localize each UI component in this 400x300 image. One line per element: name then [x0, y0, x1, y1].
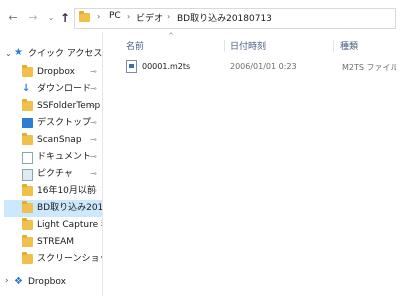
sidebar-item-stream[interactable]: STREAM — [4, 234, 102, 251]
file-name: 00001.m2ts — [142, 62, 191, 71]
sidebar-item-label: ドキュメント — [37, 152, 92, 162]
up-folder-button[interactable]: ↑ — [58, 11, 72, 25]
pin-icon: ⊸ — [90, 84, 97, 93]
sidebar-item-ssfoldertemp[interactable]: SSFolderTemp ⊸ — [4, 98, 102, 115]
folder-icon — [22, 252, 33, 264]
folder-icon — [22, 218, 33, 230]
sidebar-item-label: ダウンロード — [37, 84, 92, 94]
expand-chevron-icon[interactable]: › — [5, 276, 9, 286]
pin-icon: ⊸ — [90, 169, 97, 178]
sidebar-item-desktop[interactable]: デスクトップ ⊸ — [4, 115, 102, 132]
dropbox-folder-icon — [22, 65, 33, 77]
documents-icon — [22, 152, 33, 164]
sidebar-item-label: ピクチャ — [37, 169, 73, 179]
breadcrumb-separator-icon[interactable]: › — [127, 12, 130, 21]
file-list-pane: 名前 ^ 日付時刻 種類 00001.m2ts 2006/01/01 0:23 … — [108, 32, 396, 296]
sidebar-item-label: STREAM — [37, 237, 75, 247]
expand-chevron-icon[interactable]: ⌄ — [5, 49, 12, 58]
column-divider[interactable] — [333, 40, 334, 52]
sidebar-item-pictures[interactable]: ピクチャ ⊸ — [4, 166, 102, 183]
pictures-icon — [22, 169, 33, 181]
breadcrumb-separator-icon[interactable]: › — [167, 12, 170, 21]
file-explorer-window: ← → ⌄ ↑ › PC › ビデオ › BD取り込み20180713 ⌄ ★ … — [4, 4, 396, 296]
forward-button[interactable]: → — [26, 11, 40, 25]
back-button[interactable]: ← — [6, 11, 20, 25]
sidebar-item-label: スクリーンショット — [37, 254, 102, 264]
pin-icon: ⊸ — [90, 152, 97, 161]
sidebar-item-screenshots[interactable]: スクリーンショット — [4, 251, 102, 268]
sidebar-item-light-capture[interactable]: Light Capture 移 — [4, 217, 102, 234]
address-toolbar: ← → ⌄ ↑ › PC › ビデオ › BD取り込み20180713 — [4, 4, 396, 32]
sidebar-item-label: クイック アクセス — [28, 49, 103, 59]
column-header-type[interactable]: 種類 — [340, 39, 358, 52]
sidebar-item-label: Dropbox — [37, 67, 75, 77]
breadcrumb-pc[interactable]: PC — [109, 11, 121, 21]
sidebar-item-dropbox[interactable]: Dropbox ⊸ — [4, 64, 102, 81]
pin-icon: ⊸ — [90, 101, 97, 110]
sort-ascending-icon: ^ — [168, 32, 174, 40]
folder-icon — [22, 99, 33, 111]
navigation-pane: ⌄ ★ クイック アクセス Dropbox ⊸ ↓ ダウンロード ⊸ SSFol… — [4, 32, 103, 296]
address-bar[interactable]: › PC › ビデオ › BD取り込み20180713 — [74, 8, 396, 29]
file-type: M2TS ファイル — [342, 63, 396, 72]
sidebar-item-label: BD取り込み20180 — [37, 203, 103, 213]
sidebar-dropbox-root[interactable]: › ❖ Dropbox — [4, 274, 102, 291]
breadcrumb-videos[interactable]: ビデオ — [136, 11, 163, 24]
folder-icon — [22, 201, 33, 213]
star-icon: ★ — [14, 47, 23, 58]
pin-icon: ⊸ — [90, 135, 97, 144]
sidebar-item-label: Light Capture 移 — [37, 220, 103, 230]
folder-icon — [22, 133, 33, 145]
dropbox-icon: ❖ — [14, 276, 23, 287]
pin-icon: ⊸ — [90, 118, 97, 127]
breadcrumb-current-folder[interactable]: BD取り込み20180713 — [177, 11, 272, 24]
sidebar-item-documents[interactable]: ドキュメント ⊸ — [4, 149, 102, 166]
sidebar-item-before-2016-10[interactable]: 16年10月以前 ⊸ — [4, 183, 102, 200]
folder-icon — [79, 11, 90, 22]
column-divider[interactable] — [224, 40, 225, 52]
sidebar-item-label: デスクトップ — [37, 118, 92, 128]
column-header-date[interactable]: 日付時刻 — [230, 39, 266, 52]
sidebar-quick-access[interactable]: ⌄ ★ クイック アクセス — [4, 46, 102, 63]
sidebar-item-scansnap[interactable]: ScanSnap ⊸ — [4, 132, 102, 149]
folder-icon — [22, 235, 33, 247]
column-header-name[interactable]: 名前 — [126, 39, 144, 52]
pin-icon: ⊸ — [90, 67, 97, 76]
breadcrumb-separator-icon[interactable]: › — [97, 12, 100, 21]
sidebar-item-label: Dropbox — [28, 277, 66, 287]
video-file-icon — [126, 60, 137, 73]
sidebar-item-label: 16年10月以前 — [37, 186, 96, 196]
desktop-icon — [22, 118, 33, 128]
sidebar-item-label: ScanSnap — [37, 135, 82, 145]
sidebar-item-bd-import[interactable]: BD取り込み20180 — [4, 200, 102, 217]
recent-locations-chevron-down-icon[interactable]: ⌄ — [44, 11, 58, 25]
sidebar-item-downloads[interactable]: ↓ ダウンロード ⊸ — [4, 81, 102, 98]
file-date: 2006/01/01 0:23 — [230, 62, 297, 71]
pin-icon: ⊸ — [90, 186, 97, 195]
download-icon: ↓ — [22, 83, 31, 94]
table-row[interactable]: 00001.m2ts 2006/01/01 0:23 M2TS ファイル — [122, 58, 396, 75]
folder-icon — [22, 184, 33, 196]
